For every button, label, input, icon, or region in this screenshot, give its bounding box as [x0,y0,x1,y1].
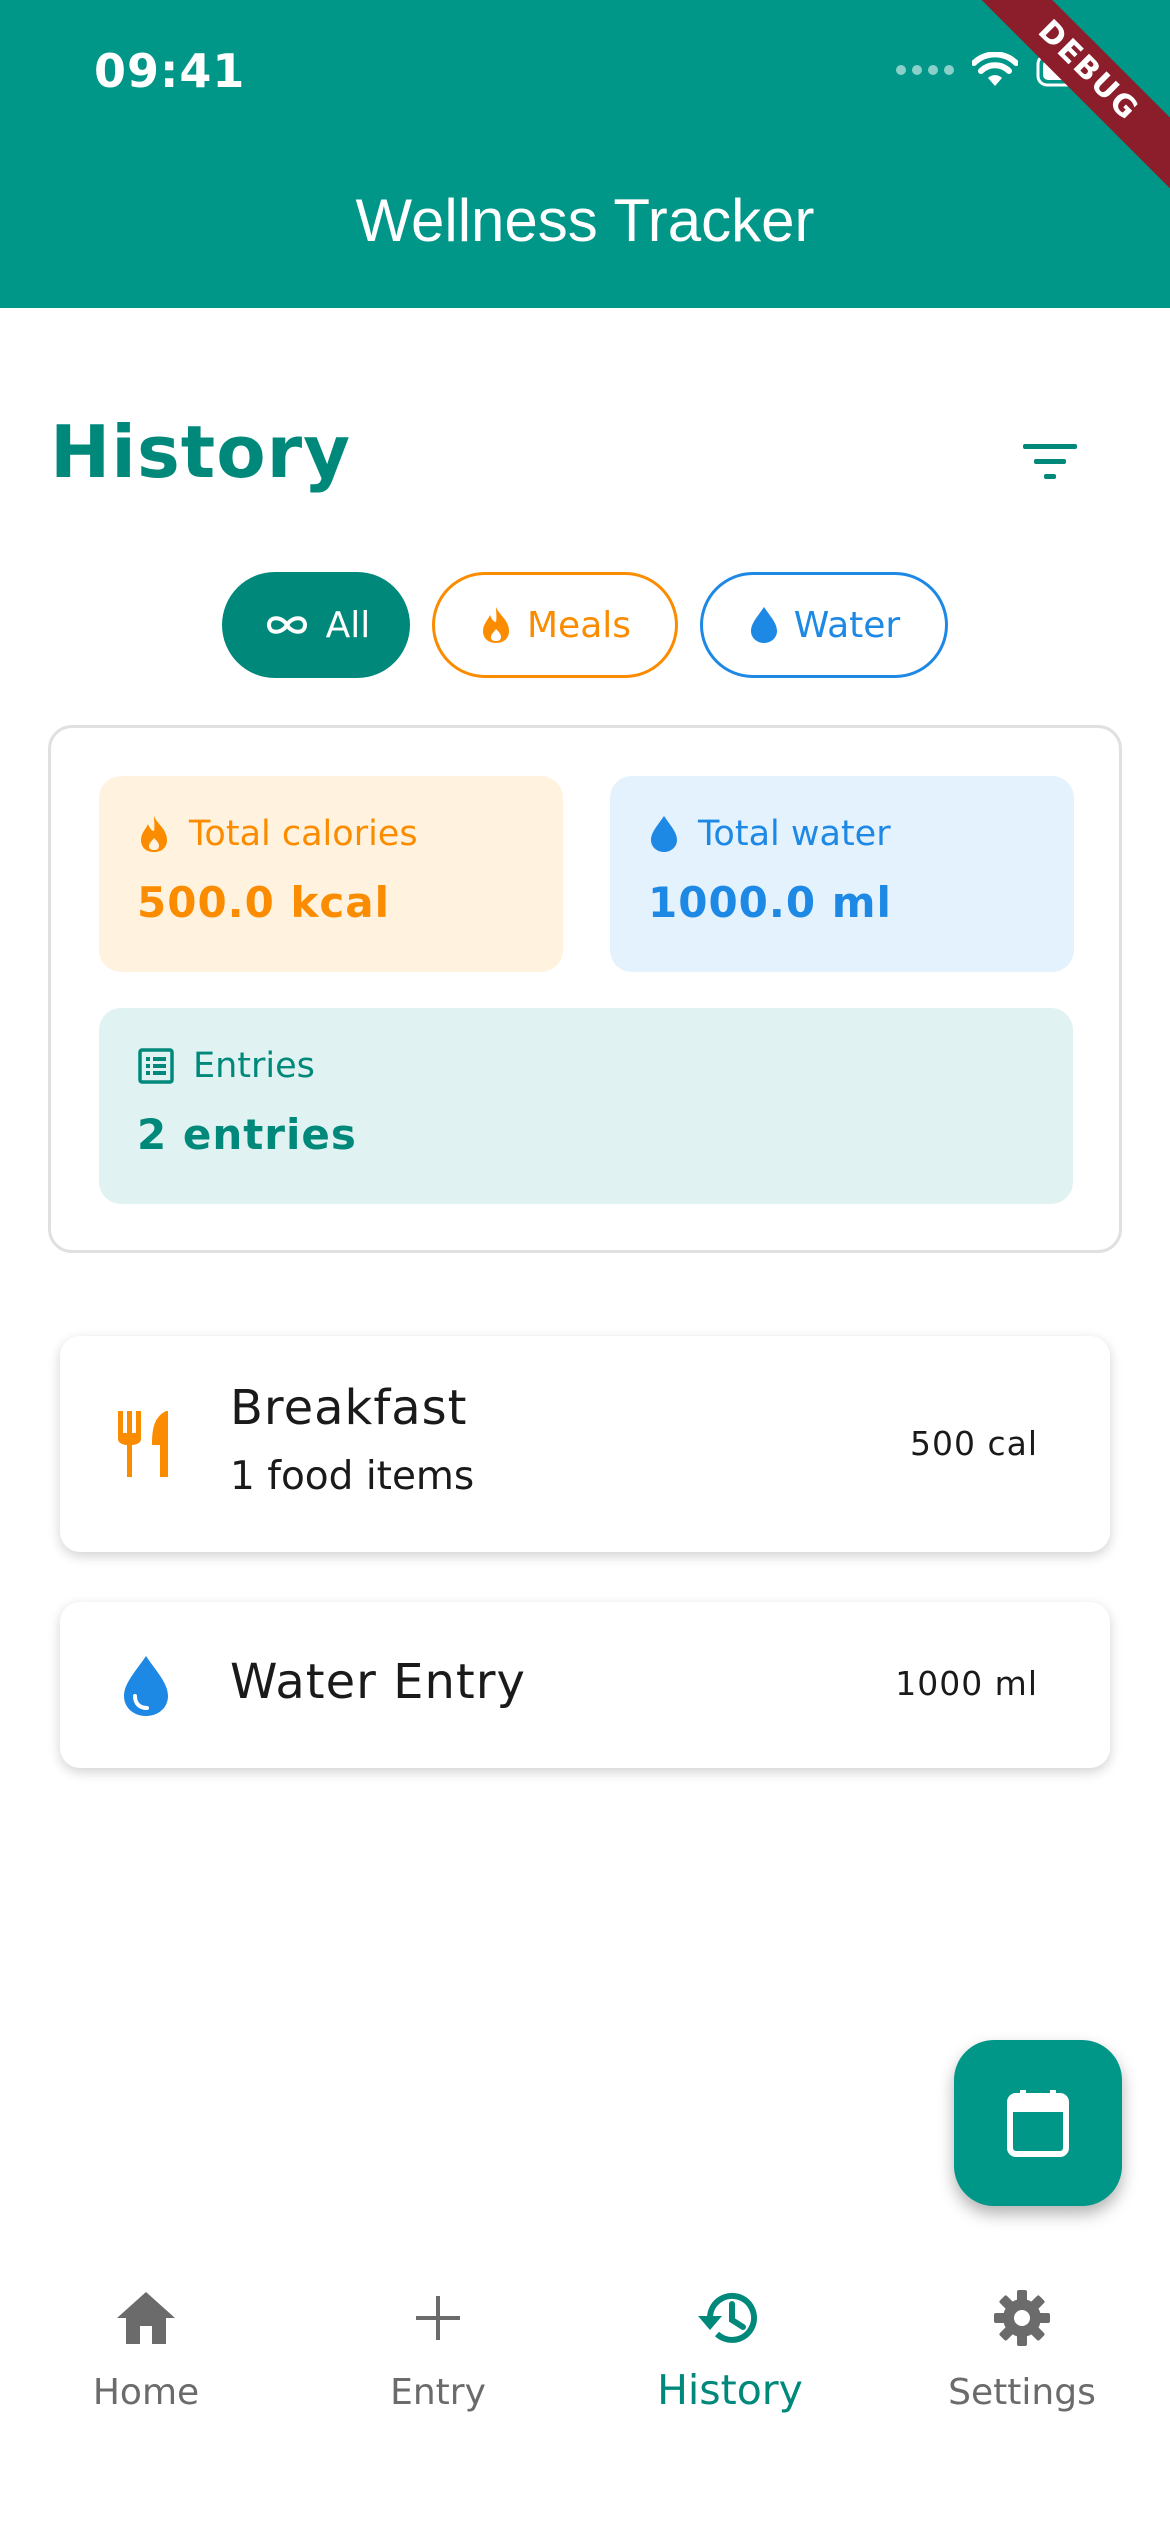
home-icon [117,2292,175,2344]
total-calories-stat: Total calories 500.0 kcal [99,776,563,972]
flame-icon [482,607,509,643]
filter-chip-water[interactable]: Water [700,572,948,678]
nav-label: History [657,2366,803,2414]
entry-value: 1000 ml [895,1664,1038,1703]
history-entry-water[interactable]: Water Entry 1000 ml [60,1602,1110,1768]
filter-button[interactable] [1010,422,1090,502]
debug-banner: DEBUG [950,0,1170,209]
screen: 09:41 Wellness Tracker DEBUG History All… [0,0,1170,2532]
page-title: History [50,410,352,494]
nav-label: Home [92,2372,200,2413]
flame-icon [141,816,167,852]
filter-chip-all[interactable]: All [222,572,410,678]
filter-list-icon [1023,444,1077,479]
calendar-fab-button[interactable] [954,2040,1122,2206]
water-drop-icon [110,1650,182,1722]
nav-item-history[interactable]: History [584,2278,876,2478]
nav-item-home[interactable]: Home [0,2278,292,2478]
history-entry-breakfast[interactable]: Breakfast 1 food items 500 cal [60,1336,1110,1552]
wifi-icon [972,52,1018,86]
nav-item-entry[interactable]: Entry [292,2278,584,2478]
nav-item-settings[interactable]: Settings [876,2278,1168,2478]
stat-label: Total calories [189,814,418,854]
app-title: Wellness Tracker [355,187,815,254]
history-icon [698,2292,757,2343]
nav-label: Entry [390,2372,486,2413]
app-bar: 09:41 Wellness Tracker DEBUG [0,0,1170,308]
stat-label: Entries [193,1046,315,1086]
entries-stat: Entries 2 entries [99,1008,1073,1204]
entry-title: Water Entry [230,1654,526,1710]
calendar-icon [1007,2090,1069,2157]
stat-label: Total water [698,814,891,854]
entry-title: Breakfast [230,1380,468,1436]
stat-value: 500.0 kcal [137,878,391,927]
water-drop-icon [651,816,677,852]
restaurant-icon [110,1408,182,1480]
entry-subtitle: 1 food items [230,1454,475,1499]
water-drop-icon [750,607,777,643]
gear-icon [994,2290,1050,2346]
filter-chip-meals[interactable]: Meals [432,572,678,678]
entry-value: 500 cal [909,1424,1038,1463]
summary-card: Total calories 500.0 kcal Total water 10… [48,725,1122,1253]
plus-icon [416,2296,460,2340]
stat-value: 2 entries [137,1110,357,1159]
filter-chip-label: Water [793,604,901,646]
total-water-stat: Total water 1000.0 ml [610,776,1074,972]
filter-chip-label: All [325,604,371,646]
infinity-icon [266,616,307,634]
stat-value: 1000.0 ml [648,878,892,927]
filter-chip-label: Meals [526,604,632,646]
cellular-signal-icon [896,65,954,75]
nav-label: Settings [948,2372,1096,2413]
bottom-navigation: Home Entry History Settings [0,2250,1170,2532]
status-time: 09:41 [94,44,246,98]
list-alt-icon [138,1048,174,1084]
